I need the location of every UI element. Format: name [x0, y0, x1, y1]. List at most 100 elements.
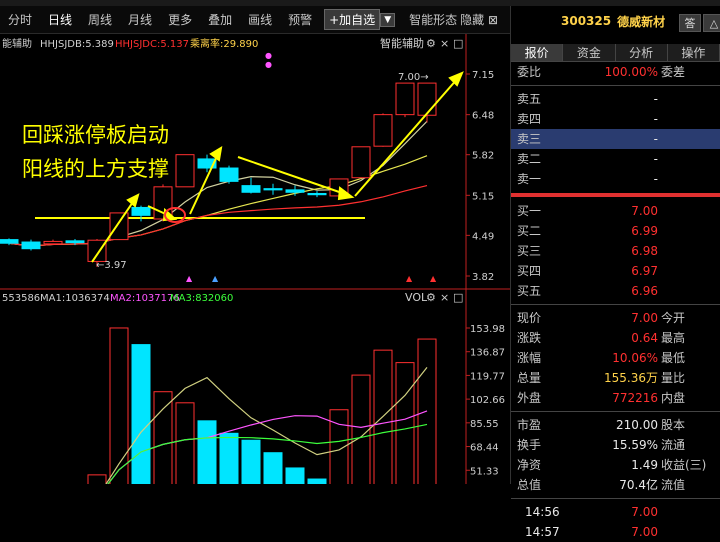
candle-body	[285, 189, 305, 193]
add-watchlist-button[interactable]: +加自选	[324, 9, 381, 30]
candle-body	[87, 239, 107, 262]
candle-body	[373, 114, 393, 147]
stat-label-2: 量比	[661, 371, 686, 385]
volume-bar	[307, 478, 327, 484]
chart-area: 能辅助 HHJSJDB:5.389 HHJSJDC:5.137 乘离率:29.8…	[0, 34, 510, 484]
volume-indicator-bar: 553586 MA1:1036374 MA2:1037176 MA3:83206…	[2, 291, 463, 304]
row-value: -	[653, 132, 658, 146]
stock-name: 德威新材	[617, 14, 666, 29]
weibi-value: 100.00%	[604, 65, 658, 79]
indicator-label-0: 能辅助	[2, 37, 32, 50]
orderbook-row[interactable]: 卖一 -	[511, 169, 720, 189]
maximize-icon[interactable]: □	[453, 37, 463, 50]
volume-bar	[351, 374, 371, 484]
stat-label: 外盘	[517, 391, 542, 405]
stat-label-2: 最低	[661, 351, 686, 365]
volume-bar	[131, 344, 151, 484]
stock-header: 300325 德威新材 答 △	[511, 6, 720, 36]
row-value: 6.96	[631, 284, 658, 298]
stat-row: 换手 15.59% 流通	[511, 435, 720, 455]
gear-icon[interactable]: ⚙	[426, 37, 436, 50]
sell-orders: 卖五 - 卖四 - 卖三 - 卖二 - 卖一 -	[511, 89, 720, 189]
row-value: -	[653, 152, 658, 166]
toolbar-item-more[interactable]: 更多	[160, 11, 200, 28]
toolbar-item-intraday[interactable]: 分时	[0, 11, 40, 28]
orderbook-row[interactable]: 买四 6.97	[511, 261, 720, 281]
candle	[263, 183, 283, 195]
volume-tick-label: 153.98	[470, 324, 505, 335]
candle-body	[21, 241, 41, 250]
row-value: 7.00	[631, 204, 658, 218]
vol-label-3: MA3:832060	[170, 293, 233, 304]
gear-icon[interactable]: ⚙	[426, 291, 436, 304]
row-label: 买四	[517, 264, 542, 278]
row-label: 卖四	[517, 112, 542, 126]
stat-label: 净资	[517, 458, 542, 472]
row-label: 卖五	[517, 92, 542, 106]
tick-row: 14:56 7.00	[511, 502, 720, 522]
orderbook-row[interactable]: 买二 6.99	[511, 221, 720, 241]
row-label: 买五	[517, 284, 542, 298]
orderbook-row[interactable]: 买一 7.00	[511, 201, 720, 221]
volume-tick-label: 85.55	[470, 419, 499, 430]
quote-tabs: 报价 资金 分析 操作	[511, 44, 720, 62]
stat-label: 市盈	[517, 418, 542, 432]
close-icon[interactable]: ×	[440, 291, 449, 304]
weibi-label: 委比	[517, 65, 542, 79]
alert-button[interactable]: △	[703, 14, 720, 32]
tab-analysis[interactable]: 分析	[615, 44, 668, 61]
toolbar-item-daily[interactable]: 日线	[40, 11, 80, 28]
orderbook-row[interactable]: 卖四 -	[511, 109, 720, 129]
orderbook-row[interactable]: 卖五 -	[511, 89, 720, 109]
marker-triangle-icon: ▲	[186, 274, 193, 283]
tab-operation[interactable]: 操作	[667, 44, 720, 61]
candle-body	[417, 82, 437, 116]
candle	[109, 212, 129, 241]
volume-y-axis: 51.33 68.44 85.55 102.66 119.77 136.87 153.98	[466, 324, 505, 477]
tab-quote[interactable]: 报价	[511, 44, 564, 61]
row-value: -	[653, 172, 658, 186]
stat-row: 净资 1.49 收益(三)	[511, 455, 720, 475]
toolbar-item-overlay[interactable]: 叠加	[200, 11, 240, 28]
candle	[21, 239, 41, 251]
kline-chart[interactable]: 能辅助 HHJSJDB:5.389 HHJSJDC:5.137 乘离率:29.8…	[0, 34, 510, 484]
tick-time: 14:57	[525, 525, 560, 539]
orderbook-row[interactable]: 卖二 -	[511, 149, 720, 169]
candle-body	[65, 240, 85, 244]
tick-price: 7.00	[631, 505, 658, 519]
candle-body	[175, 154, 195, 188]
candle	[175, 154, 195, 188]
candle-body	[351, 146, 371, 179]
row-label: 卖一	[517, 172, 542, 186]
stat-label-2: 流通	[661, 438, 686, 452]
maximize-icon[interactable]: □	[453, 291, 463, 304]
toolbar-item-alert[interactable]: 预警	[280, 11, 320, 28]
close-icon[interactable]: ⊠	[488, 13, 498, 27]
stat-row: 外盘 772216 内盘	[511, 388, 720, 408]
stat-value: 210.00	[616, 418, 658, 432]
volume-tick-label: 51.33	[470, 466, 499, 477]
stat-row: 总量 155.36万 量比	[511, 368, 720, 388]
add-watchlist-dropdown-icon[interactable]: ▼	[380, 12, 396, 27]
row-label: 买一	[517, 204, 542, 218]
price-indicator-bar: 能辅助 HHJSJDB:5.389 HHJSJDC:5.137 乘离率:29.8…	[2, 36, 463, 50]
quote-panel: 300325 德威新材 答 △ 报价 资金 分析 操作 委比 100.00% 委…	[510, 6, 720, 539]
orderbook-row[interactable]: 买三 6.98	[511, 241, 720, 261]
price-tick-label: 6.48	[472, 111, 494, 122]
toolbar-item-hide[interactable]: 隐藏 ⊠	[452, 11, 506, 28]
candle	[373, 113, 393, 147]
orderbook-row[interactable]: 买五 6.96	[511, 281, 720, 301]
stat-label: 现价	[517, 311, 542, 325]
toolbar-item-weekly[interactable]: 周线	[80, 11, 120, 28]
toolbar-item-draw[interactable]: 画线	[240, 11, 280, 28]
tab-funds[interactable]: 资金	[563, 44, 616, 61]
orderbook-row[interactable]: 卖三 -	[511, 129, 720, 149]
chart-toolbar: 分时 日线 周线 月线 更多 叠加 画线 预警 +加自选 ▼ 智能形态 隐藏 ⊠	[0, 6, 510, 34]
note-button[interactable]: 答	[679, 14, 701, 32]
close-icon[interactable]: ×	[440, 37, 449, 50]
toolbar-item-monthly[interactable]: 月线	[120, 11, 160, 28]
row-label: 买二	[517, 224, 542, 238]
row-label: 卖二	[517, 152, 542, 166]
weicha-label: 委差	[661, 65, 686, 79]
stat-value: 15.59%	[612, 438, 658, 452]
